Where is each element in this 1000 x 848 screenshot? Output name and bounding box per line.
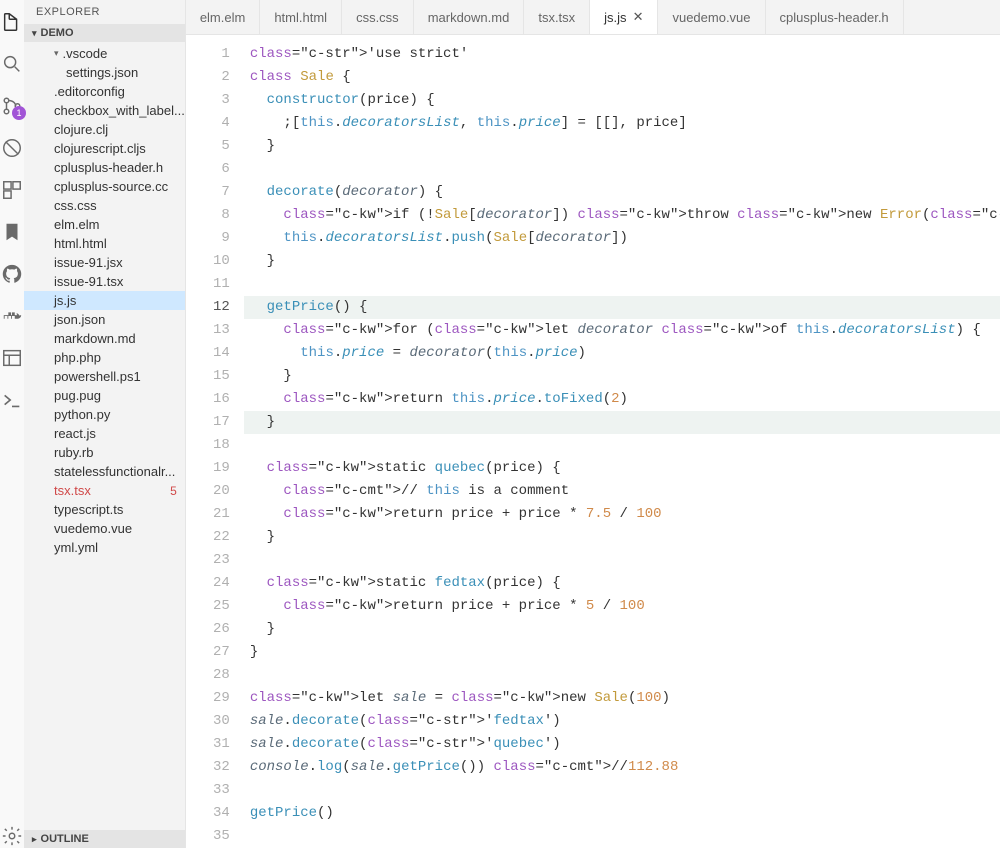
- tab[interactable]: tsx.tsx: [524, 0, 590, 34]
- source-control-icon[interactable]: 1: [0, 94, 24, 118]
- tab[interactable]: elm.elm: [186, 0, 261, 34]
- file-item-selected[interactable]: js.js: [24, 291, 185, 310]
- section-demo-label: DEMO: [41, 27, 74, 39]
- main-area: elm.elm html.html css.css markdown.md ts…: [186, 0, 1000, 848]
- editor-tabs: elm.elm html.html css.css markdown.md ts…: [186, 0, 1000, 35]
- docker-icon[interactable]: [0, 304, 24, 328]
- file-item[interactable]: cplusplus-source.cc: [24, 177, 185, 196]
- tab-label: js.js: [604, 10, 626, 25]
- error-count-badge: 5: [170, 484, 177, 498]
- project-icon[interactable]: [0, 346, 24, 370]
- section-demo[interactable]: ▾ DEMO: [24, 24, 185, 42]
- tab[interactable]: css.css: [342, 0, 414, 34]
- tab-label: vuedemo.vue: [672, 10, 750, 25]
- scm-badge: 1: [12, 106, 26, 120]
- file-item-error[interactable]: tsx.tsx 5: [24, 481, 185, 500]
- file-item[interactable]: typescript.ts: [24, 500, 185, 519]
- tab-label: markdown.md: [428, 10, 510, 25]
- tab-label: css.css: [356, 10, 399, 25]
- file-item[interactable]: cplusplus-header.h: [24, 158, 185, 177]
- settings-gear-icon[interactable]: [0, 824, 24, 848]
- tab-label: tsx.tsx: [538, 10, 575, 25]
- tab-label: html.html: [274, 10, 327, 25]
- chevron-right-icon: ▸: [32, 834, 37, 845]
- file-item[interactable]: clojure.clj: [24, 120, 185, 139]
- tab[interactable]: html.html: [260, 0, 342, 34]
- file-item[interactable]: html.html: [24, 234, 185, 253]
- activity-bar: 1: [0, 0, 24, 848]
- file-item[interactable]: .editorconfig: [24, 82, 185, 101]
- file-item[interactable]: issue-91.tsx: [24, 272, 185, 291]
- file-item-label: tsx.tsx: [54, 483, 91, 498]
- terminal-icon[interactable]: [0, 388, 24, 412]
- file-item[interactable]: ruby.rb: [24, 443, 185, 462]
- tab-label: elm.elm: [200, 10, 246, 25]
- close-icon[interactable]: ✕: [633, 9, 644, 25]
- file-item[interactable]: powershell.ps1: [24, 367, 185, 386]
- tab[interactable]: cplusplus-header.h: [766, 0, 904, 34]
- section-outline-label: OUTLINE: [41, 833, 89, 845]
- section-outline[interactable]: ▸ OUTLINE: [24, 830, 185, 848]
- file-item[interactable]: vuedemo.vue: [24, 519, 185, 538]
- tab-active[interactable]: js.js ✕: [590, 0, 658, 34]
- debug-icon[interactable]: [0, 136, 24, 160]
- file-item[interactable]: pug.pug: [24, 386, 185, 405]
- file-item[interactable]: python.py: [24, 405, 185, 424]
- tab[interactable]: vuedemo.vue: [658, 0, 765, 34]
- file-item[interactable]: yml.yml: [24, 538, 185, 557]
- chevron-down-icon: ▾: [32, 28, 37, 39]
- file-item[interactable]: php.php: [24, 348, 185, 367]
- file-item[interactable]: issue-91.jsx: [24, 253, 185, 272]
- file-tree: .vscode settings.json .editorconfig chec…: [24, 42, 185, 830]
- code-editor[interactable]: 1234567891011121314151617181920212223242…: [186, 35, 1000, 848]
- sidebar-title: EXPLORER: [24, 0, 185, 24]
- github-icon[interactable]: [0, 262, 24, 286]
- line-gutter: 1234567891011121314151617181920212223242…: [186, 35, 244, 848]
- file-item[interactable]: statelessfunctionalr...: [24, 462, 185, 481]
- search-icon[interactable]: [0, 52, 24, 76]
- extensions-icon[interactable]: [0, 178, 24, 202]
- file-item[interactable]: json.json: [24, 310, 185, 329]
- tab-label: cplusplus-header.h: [780, 10, 889, 25]
- code-content[interactable]: class="c-str">'use strict'class Sale { c…: [244, 35, 1000, 848]
- file-item[interactable]: settings.json: [24, 63, 185, 82]
- file-item[interactable]: react.js: [24, 424, 185, 443]
- file-item[interactable]: elm.elm: [24, 215, 185, 234]
- bookmark-icon[interactable]: [0, 220, 24, 244]
- folder-vscode[interactable]: .vscode: [24, 44, 185, 63]
- file-item[interactable]: markdown.md: [24, 329, 185, 348]
- file-item[interactable]: css.css: [24, 196, 185, 215]
- tab[interactable]: markdown.md: [414, 0, 525, 34]
- explorer-sidebar: EXPLORER ▾ DEMO .vscode settings.json .e…: [24, 0, 186, 848]
- file-item[interactable]: checkbox_with_label...: [24, 101, 185, 120]
- files-icon[interactable]: [0, 10, 24, 34]
- file-item[interactable]: clojurescript.cljs: [24, 139, 185, 158]
